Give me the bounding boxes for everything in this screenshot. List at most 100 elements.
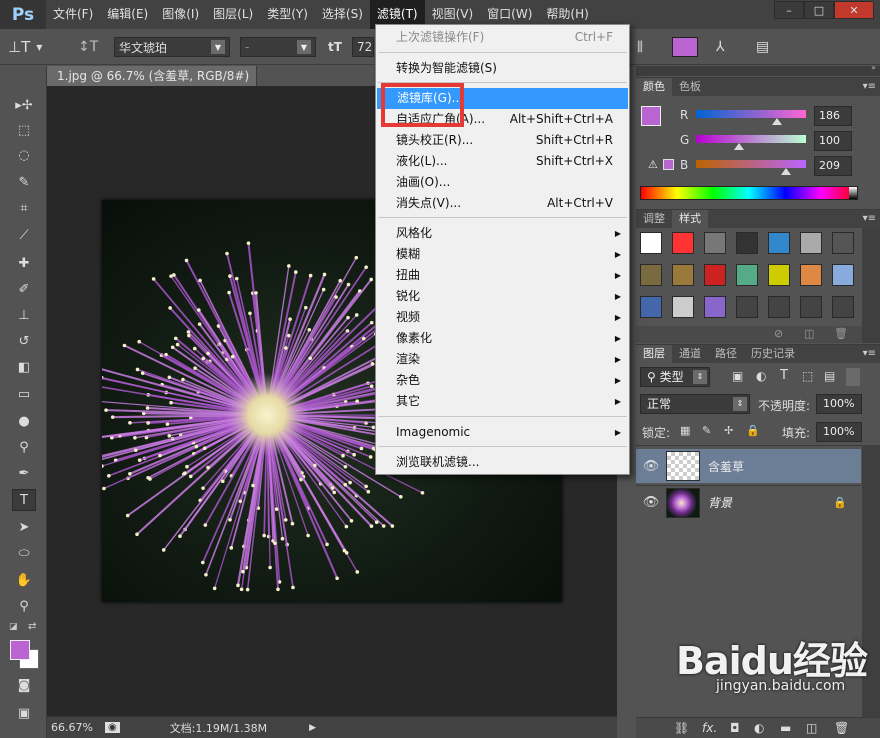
text-orientation-icon[interactable]: ↕T: [78, 37, 100, 57]
style-swatch[interactable]: [640, 296, 662, 318]
style-swatch[interactable]: [736, 264, 758, 286]
tab-paths[interactable]: 路径: [708, 345, 744, 363]
layer-kind-filter[interactable]: ⚲ 类型 ⇕: [640, 367, 710, 387]
tab-styles[interactable]: 样式: [672, 210, 708, 228]
foreground-color-swatch[interactable]: [10, 640, 30, 660]
style-swatch[interactable]: [768, 232, 790, 254]
eyedropper-tool-icon[interactable]: ⟋: [12, 224, 36, 246]
history-brush-tool-icon[interactable]: ↺: [12, 330, 36, 352]
add-mask-icon[interactable]: ◘: [730, 721, 740, 735]
style-swatch[interactable]: [704, 264, 726, 286]
panel-menu-icon[interactable]: ▾≡: [863, 78, 876, 96]
tool-preset-picker[interactable]: ⊥T ▼: [8, 37, 64, 57]
style-swatch[interactable]: [768, 296, 790, 318]
style-swatch[interactable]: [800, 264, 822, 286]
style-swatch[interactable]: [736, 296, 758, 318]
tab-layers[interactable]: 图层: [636, 345, 672, 363]
type-tool-icon[interactable]: T: [12, 489, 36, 511]
panel-menu-icon[interactable]: ▾≡: [863, 210, 876, 228]
default-colors-icon[interactable]: ◪: [9, 622, 18, 632]
style-swatch[interactable]: [832, 232, 854, 254]
path-selection-tool-icon[interactable]: ➤: [12, 516, 36, 538]
style-swatch[interactable]: [704, 296, 726, 318]
menu-0[interactable]: 文件(F): [46, 0, 100, 29]
new-style-icon[interactable]: ◫: [804, 327, 814, 340]
tab-history[interactable]: 历史记录: [744, 345, 802, 363]
filter-menu-item[interactable]: 消失点(V)... Alt+Ctrl+V: [376, 193, 629, 214]
filter-menu-item[interactable]: 上次滤镜操作(F) Ctrl+F: [376, 27, 629, 48]
filter-menu-item[interactable]: 液化(L)... Shift+Ctrl+X: [376, 151, 629, 172]
eye-icon[interactable]: 👁: [636, 459, 666, 474]
menu-1[interactable]: 编辑(E): [100, 0, 155, 29]
lock-transparent-icon[interactable]: ▦: [680, 424, 690, 437]
new-layer-icon[interactable]: ◫: [806, 721, 817, 735]
blue-slider[interactable]: B 209: [636, 156, 880, 180]
tab-channels[interactable]: 通道: [672, 345, 708, 363]
style-swatch[interactable]: [704, 232, 726, 254]
filter-menu-item[interactable]: 油画(O)...: [376, 172, 629, 193]
red-slider[interactable]: R 186: [636, 106, 880, 130]
layer-fx-icon[interactable]: fx.: [702, 721, 717, 735]
blue-thumb[interactable]: [781, 168, 791, 175]
healing-brush-tool-icon[interactable]: ✚: [12, 252, 36, 274]
filter-menu-item[interactable]: 模糊 ▶: [376, 244, 629, 265]
status-menu-arrow-icon[interactable]: ▶: [309, 723, 316, 733]
adjustment-layer-icon[interactable]: ◐: [754, 721, 764, 735]
style-swatch[interactable]: [800, 296, 822, 318]
hand-tool-icon[interactable]: ✋: [12, 569, 36, 591]
move-tool-icon[interactable]: ▸✢: [12, 94, 36, 116]
opacity-input[interactable]: 100%: [816, 394, 862, 414]
color-spectrum-bar[interactable]: [640, 186, 858, 200]
green-value-input[interactable]: 100: [814, 131, 852, 151]
styles-scrollbar[interactable]: [862, 228, 880, 343]
blur-tool-icon[interactable]: ●: [12, 410, 36, 432]
warp-icon[interactable]: ⅄: [716, 37, 732, 57]
style-swatch[interactable]: [800, 232, 822, 254]
red-thumb[interactable]: [772, 118, 782, 125]
fill-input[interactable]: 100%: [816, 422, 862, 442]
link-layers-icon[interactable]: ⛓: [674, 721, 689, 735]
lasso-tool-icon[interactable]: ◌: [12, 144, 36, 166]
group-icon[interactable]: ▬: [780, 721, 791, 735]
layer-row[interactable]: 👁 含羞草: [636, 449, 861, 483]
filter-menu-item[interactable]: 风格化 ▶: [376, 223, 629, 244]
font-family-select[interactable]: 华文琥珀 ▼: [114, 37, 230, 57]
filter-menu-item[interactable]: 镜头校正(R)... Shift+Ctrl+R: [376, 130, 629, 151]
menu-3[interactable]: 图层(L): [206, 0, 260, 29]
pen-tool-icon[interactable]: ✒: [12, 462, 36, 484]
filter-menu-item[interactable]: 渲染 ▶: [376, 349, 629, 370]
style-swatch[interactable]: [672, 232, 694, 254]
menu-2[interactable]: 图像(I): [155, 0, 206, 29]
pixel-filter-icon[interactable]: ▣: [732, 369, 743, 383]
crop-tool-icon[interactable]: ⌗: [12, 197, 36, 219]
style-swatch[interactable]: [672, 264, 694, 286]
document-tab[interactable]: 1.jpg @ 66.7% (含羞草, RGB/8#) * ×: [47, 66, 257, 103]
minimize-button[interactable]: –: [774, 1, 804, 19]
gradient-tool-icon[interactable]: ▭: [12, 383, 36, 405]
style-swatch[interactable]: [768, 264, 790, 286]
style-swatch[interactable]: [640, 264, 662, 286]
blue-track[interactable]: [696, 160, 806, 168]
green-thumb[interactable]: [734, 143, 744, 150]
font-style-select[interactable]: - ▼: [240, 37, 316, 57]
filter-menu-item[interactable]: 滤镜库(G)...: [377, 88, 628, 109]
panel-menu-icon[interactable]: ▾≡: [863, 345, 876, 363]
swap-colors-icon[interactable]: ⇄: [28, 621, 36, 632]
style-swatch[interactable]: [640, 232, 662, 254]
lock-image-icon[interactable]: ✎: [702, 424, 711, 437]
filter-menu-item[interactable]: 像素化 ▶: [376, 328, 629, 349]
brush-tool-icon[interactable]: ✐: [12, 278, 36, 300]
dodge-tool-icon[interactable]: ⚲: [12, 436, 36, 458]
green-track[interactable]: [696, 135, 806, 143]
menu-5[interactable]: 选择(S): [315, 0, 370, 29]
filter-menu-item[interactable]: 转换为智能滤镜(S): [376, 58, 629, 79]
style-swatch[interactable]: [672, 296, 694, 318]
filter-menu-item[interactable]: 其它 ▶: [376, 391, 629, 412]
ellipse-tool-icon[interactable]: ⬭: [12, 542, 36, 564]
tab-adjustments[interactable]: 调整: [636, 210, 672, 228]
text-color-swatch[interactable]: [672, 37, 698, 57]
shape-filter-icon[interactable]: ⬚: [802, 369, 813, 383]
filter-menu-item[interactable]: Imagenomic ▶: [376, 422, 629, 443]
screen-mode-icon[interactable]: ▣: [12, 702, 36, 724]
filter-menu-item[interactable]: 自适应广角(A)... Alt+Shift+Ctrl+A: [376, 109, 629, 130]
